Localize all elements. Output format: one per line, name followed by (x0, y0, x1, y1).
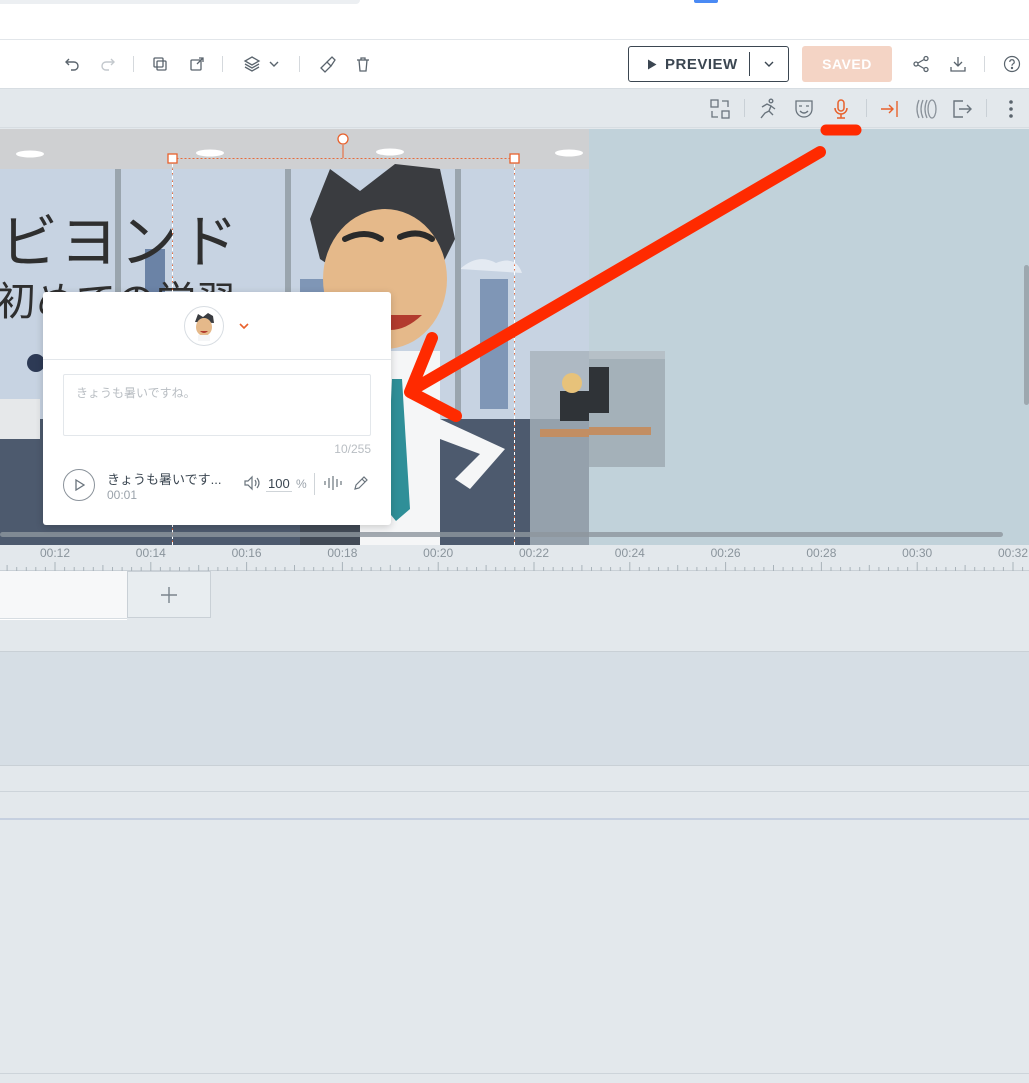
swap-icon[interactable] (707, 96, 733, 122)
trash-icon[interactable] (351, 52, 375, 76)
add-scene-button[interactable] (127, 571, 211, 618)
speech-popup: きょうも暑いですね。 10/255 きょうも暑いです... 00:01 100 … (43, 292, 391, 525)
ruler-label: 00:12 (39, 546, 71, 560)
toolbar-divider (299, 56, 300, 72)
ruler-label: 00:14 (135, 546, 166, 560)
ruler-label: 00:22 (518, 546, 550, 560)
enter-icon[interactable] (877, 96, 903, 122)
saved-button[interactable]: SAVED (802, 46, 892, 82)
speech-text-input[interactable]: きょうも暑いですね。 (63, 374, 371, 436)
play-audio-button[interactable] (63, 469, 95, 501)
duplicate-icon[interactable] (148, 52, 172, 76)
toolbar-divider (222, 56, 223, 72)
audio-title: きょうも暑いです... (107, 472, 222, 487)
scene-track-item[interactable] (0, 571, 127, 619)
subbar-divider (866, 99, 867, 117)
ruler-label: 00:24 (614, 546, 645, 560)
expression-icon[interactable] (791, 96, 817, 122)
subbar-divider (744, 99, 745, 117)
more-icon[interactable] (998, 96, 1024, 122)
undo-icon[interactable] (60, 52, 84, 76)
copy-to-icon[interactable] (185, 52, 209, 76)
share-icon[interactable] (909, 52, 933, 76)
download-icon[interactable] (946, 52, 970, 76)
chevron-down-icon[interactable] (262, 52, 286, 76)
scene-toolbar (0, 89, 1029, 128)
help-icon[interactable] (1000, 52, 1024, 76)
pencil-icon[interactable] (353, 475, 369, 496)
ruler-label: 00:16 (231, 546, 262, 560)
timeline-ruler[interactable]: 00:12 00:14 00:16 00:18 00:20 00:22 00:24 00:26… (0, 545, 1029, 571)
offcanvas-background (529, 351, 665, 467)
scene-track-subitem[interactable] (0, 619, 127, 651)
preview-main[interactable]: PREVIEW (629, 47, 749, 81)
chevron-down-icon[interactable] (238, 320, 250, 332)
track-divider (0, 791, 1029, 792)
audio-divider (314, 473, 315, 495)
bottom-divider (0, 1073, 1029, 1074)
motion-icon[interactable] (913, 96, 939, 122)
saved-label: SAVED (822, 56, 872, 72)
main-toolbar: PREVIEW SAVED (0, 40, 1029, 89)
volume-unit: % (296, 477, 307, 491)
subbar-divider (986, 99, 987, 117)
microphone-icon[interactable] (828, 96, 854, 122)
active-tab-indicator (694, 0, 718, 3)
address-bar-edge (0, 0, 360, 4)
audio-row: きょうも暑いです... 00:01 100 % (63, 467, 373, 503)
exit-icon[interactable] (949, 96, 975, 122)
play-icon (648, 59, 657, 69)
preview-button[interactable]: PREVIEW (628, 46, 789, 82)
horizontal-scrollbar[interactable] (0, 532, 1003, 537)
toolbar-divider (984, 56, 985, 72)
plus-icon (161, 586, 177, 603)
popup-header (43, 292, 391, 360)
character-avatar[interactable] (184, 305, 224, 346)
offcanvas-area (529, 129, 1029, 545)
ruler-label: 00:26 (710, 546, 741, 560)
action-icon[interactable] (755, 96, 781, 122)
ruler-label: 00:20 (423, 546, 454, 560)
timeline-track-band[interactable] (0, 651, 1029, 766)
redo-icon[interactable] (96, 52, 120, 76)
volume-icon[interactable] (243, 475, 261, 496)
ruler-label: 00:18 (327, 546, 358, 560)
ruler-label: 00:28 (806, 546, 837, 560)
top-strip (0, 0, 1029, 40)
timeline-lower-area[interactable] (0, 818, 1029, 1073)
waveform-icon[interactable] (323, 475, 343, 496)
volume-input[interactable]: 100 (266, 476, 292, 492)
ruler-label: 00:32 (997, 546, 1029, 560)
character-counter: 10/255 (334, 442, 371, 456)
preview-dropdown[interactable] (750, 47, 788, 81)
preview-label: PREVIEW (665, 55, 738, 73)
chevron-down-icon (764, 61, 774, 67)
play-icon (75, 479, 85, 491)
toolbar-divider (133, 56, 134, 72)
audio-duration: 00:01 (107, 488, 138, 502)
brush-icon[interactable] (315, 52, 339, 76)
ruler-label: 00:30 (902, 546, 933, 560)
vertical-scrollbar[interactable] (1024, 265, 1029, 405)
layers-icon[interactable] (240, 52, 264, 76)
